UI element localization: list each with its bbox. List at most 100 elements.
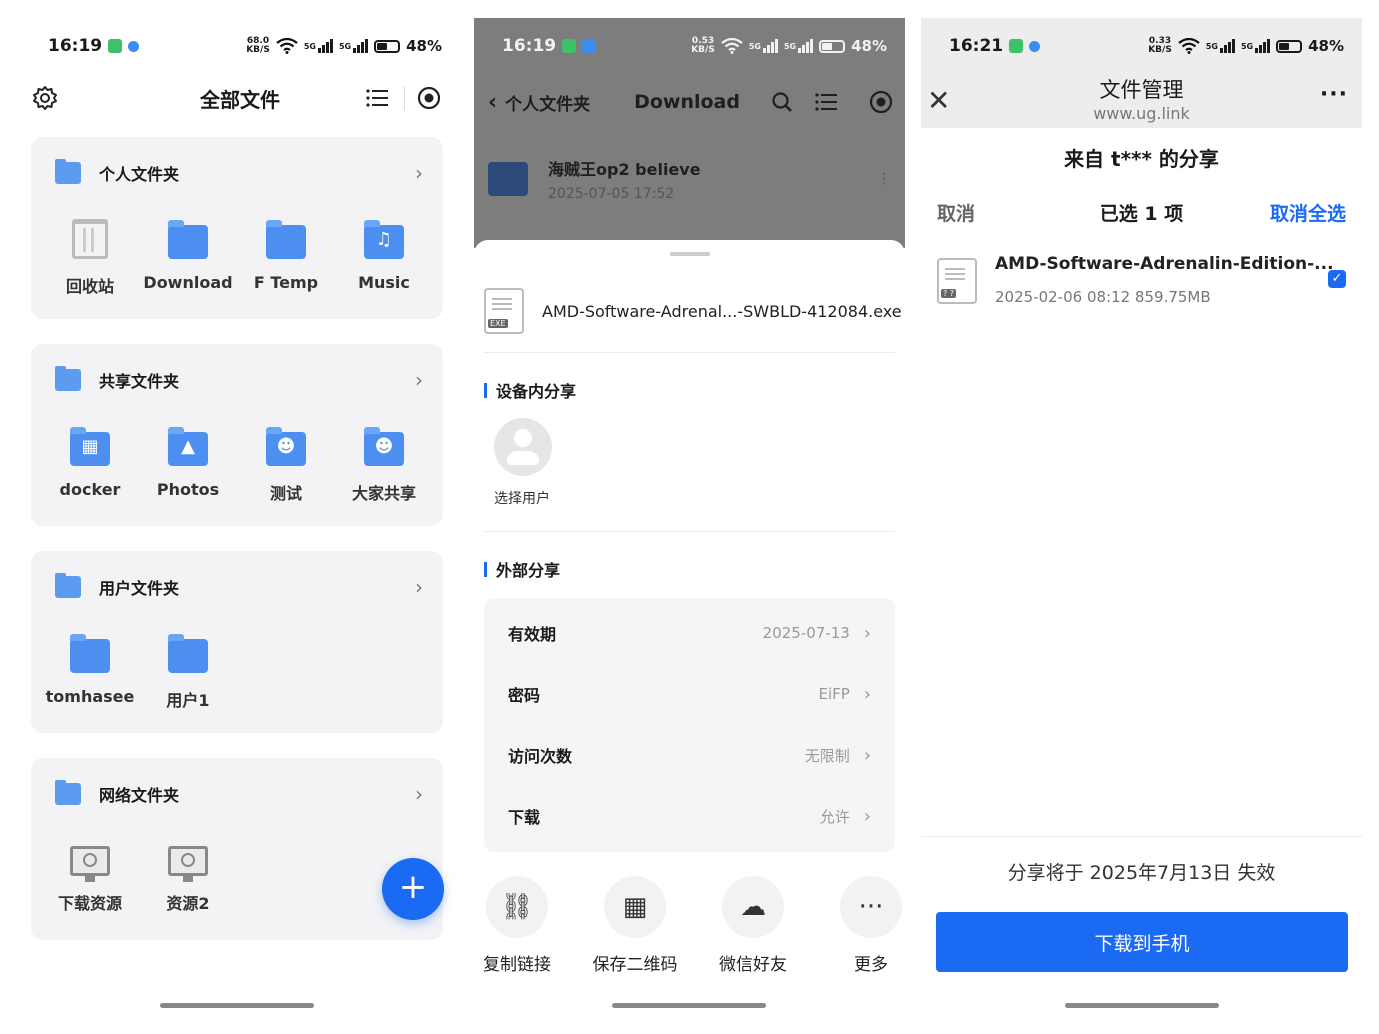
folder-label: F Temp bbox=[253, 273, 319, 292]
personal-folder-card[interactable]: 个人文件夹 › 回收站 Download F Temp ♫ Music bbox=[31, 137, 443, 319]
wechat-friend-button[interactable]: ☁ 微信好友 bbox=[698, 876, 808, 975]
folder-label: 大家共享 bbox=[351, 484, 416, 503]
drag-handle[interactable] bbox=[670, 252, 710, 256]
more-button[interactable]: ··· 更多 bbox=[816, 876, 905, 975]
folder-item-download[interactable]: Download bbox=[139, 219, 237, 297]
folder-item-user1[interactable]: 用户1 bbox=[139, 633, 237, 711]
network-type: 5G bbox=[338, 41, 352, 51]
folder-item-tomhasee[interactable]: tomhasee bbox=[41, 633, 139, 711]
share-source-title: 来自 t*** 的分享 bbox=[1064, 147, 1219, 171]
wifi-icon bbox=[721, 38, 743, 54]
network-folder-card[interactable]: 网络文件夹 › 下载资源 资源2 bbox=[31, 758, 443, 940]
folder-item-photos[interactable]: ▲ Photos bbox=[139, 426, 237, 504]
record-icon[interactable] bbox=[869, 90, 893, 114]
home-indicator[interactable] bbox=[612, 1003, 766, 1008]
docker-folder-icon: ▦ bbox=[70, 427, 110, 466]
chevron-right-icon: › bbox=[863, 622, 871, 644]
shared-file: EXE AMD-Software-Adrenal...-SWBLD-412084… bbox=[484, 288, 902, 334]
option-expiry[interactable]: 有效期 2025-07-13 › bbox=[508, 618, 871, 648]
top-bar: 全部文件 bbox=[20, 78, 460, 118]
folder-item-recycle-bin[interactable]: 回收站 bbox=[41, 219, 139, 297]
battery-level: 48% bbox=[851, 37, 887, 55]
card-title: 网络文件夹 bbox=[99, 786, 180, 805]
shared-file-name: AMD-Software-Adrenal...-SWBLD-412084.exe bbox=[542, 301, 902, 321]
card-header[interactable]: 网络文件夹 › bbox=[55, 780, 423, 808]
app-notification-icon bbox=[108, 39, 123, 53]
divider bbox=[484, 352, 895, 353]
card-header[interactable]: 用户文件夹 › bbox=[55, 573, 423, 601]
folder-label: tomhasee bbox=[45, 687, 135, 706]
screen-all-files: 16:19 68.0 KB/S 5G 5G 48% 全部文件 个人文件夹 › 回收… bbox=[20, 0, 460, 1034]
battery-level: 48% bbox=[406, 37, 442, 55]
deselect-all-button[interactable]: 取消全选 bbox=[1270, 199, 1346, 226]
chevron-right-icon: › bbox=[415, 782, 423, 806]
user-folder-card[interactable]: 用户文件夹 › tomhasee 用户1 bbox=[31, 551, 443, 733]
folder-item-everyone-share[interactable]: ☻ 大家共享 bbox=[335, 426, 433, 504]
network-type: 5G bbox=[1205, 41, 1218, 51]
signal-icon bbox=[798, 39, 814, 53]
net-speed: 68.0 KB/S bbox=[246, 36, 270, 55]
background-file-row[interactable]: 海贼王op2 believe 2025-07-05 17:52 ⋮ bbox=[488, 156, 891, 202]
card-header[interactable]: 个人文件夹 › bbox=[55, 159, 423, 187]
list-view-icon[interactable] bbox=[366, 88, 388, 108]
folder-label: 用户1 bbox=[166, 691, 210, 710]
share-bottom-sheet: EXE AMD-Software-Adrenal...-SWBLD-412084… bbox=[474, 240, 905, 1034]
network-type: 5G bbox=[1240, 41, 1254, 51]
back-icon[interactable]: ‹ bbox=[488, 90, 497, 115]
folder-item-music[interactable]: ♫ Music bbox=[335, 219, 433, 297]
save-qrcode-button[interactable]: ▦ 保存二维码 bbox=[580, 876, 690, 975]
selection-bar: 取消 已选 1 项 取消全选 bbox=[937, 198, 1346, 226]
folder-item-docker[interactable]: ▦ docker bbox=[41, 426, 139, 504]
page-url: www.ug.link bbox=[1093, 104, 1190, 123]
folder-item-resource2[interactable]: 资源2 bbox=[139, 840, 237, 914]
folder-item-f-temp[interactable]: F Temp bbox=[237, 219, 335, 297]
folder-item-download-resources[interactable]: 下载资源 bbox=[41, 840, 139, 914]
shared-folder-card[interactable]: 共享文件夹 › ▦ docker ▲ Photos ☻ 测试 ☻ 大家共享 bbox=[31, 344, 443, 526]
page-title: 全部文件 bbox=[200, 87, 280, 112]
battery-icon bbox=[374, 39, 401, 53]
card-header[interactable]: 共享文件夹 › bbox=[55, 366, 423, 394]
record-icon[interactable] bbox=[417, 86, 441, 110]
copy-link-button[interactable]: ⛓ 复制链接 bbox=[474, 876, 572, 975]
more-vertical-icon[interactable]: ⋮ bbox=[877, 171, 891, 187]
users-folder-icon: ☻ bbox=[266, 427, 306, 466]
back-label[interactable]: 个人文件夹 bbox=[505, 90, 590, 115]
net-speed: 0.33 KB/S bbox=[1148, 36, 1172, 55]
network-drive-icon bbox=[168, 846, 208, 882]
user-avatar-icon[interactable] bbox=[494, 418, 552, 476]
internal-share-title: 设备内分享 bbox=[484, 378, 576, 402]
folder-icon bbox=[55, 573, 81, 598]
home-indicator[interactable] bbox=[160, 1003, 314, 1008]
status-bar: 16:21 0.33 KB/S 5G 5G 48% bbox=[921, 30, 1362, 62]
status-bar: 16:19 68.0 KB/S 5G 5G 48% bbox=[20, 30, 460, 62]
list-view-icon[interactable] bbox=[815, 92, 837, 112]
more-horizontal-icon[interactable]: ··· bbox=[1320, 82, 1348, 107]
signal-icon bbox=[762, 39, 778, 53]
option-download[interactable]: 下载 允许 › bbox=[508, 801, 871, 831]
card-title: 共享文件夹 bbox=[99, 372, 180, 391]
option-visit-count[interactable]: 访问次数 无限制 › bbox=[508, 740, 871, 770]
expiry-notice: 分享将于 2025年7月13日 失效 bbox=[1007, 862, 1276, 884]
status-bar: 16:19 0.53 KB/S 5G 5G 48% bbox=[474, 30, 905, 62]
download-to-phone-button[interactable]: 下载到手机 bbox=[936, 912, 1348, 972]
more-horizontal-icon: ··· bbox=[840, 876, 902, 938]
folder-icon bbox=[70, 634, 110, 673]
folder-icon bbox=[488, 162, 528, 196]
select-user-label[interactable]: 选择用户 bbox=[484, 488, 560, 508]
folder-item-test[interactable]: ☻ 测试 bbox=[237, 426, 335, 504]
checkbox-checked-icon[interactable]: ✓ bbox=[1328, 270, 1346, 288]
folder-icon bbox=[55, 366, 81, 391]
search-icon[interactable] bbox=[771, 91, 793, 113]
option-password[interactable]: 密码 EiFP › bbox=[508, 679, 871, 709]
users-folder-icon: ☻ bbox=[364, 427, 404, 466]
app-notification-icon bbox=[582, 39, 597, 53]
dimmed-background[interactable]: 16:19 0.53 KB/S 5G 5G 48% ‹ 个人文件夹 Downloa… bbox=[474, 18, 905, 248]
folder-title: Download bbox=[634, 91, 740, 113]
add-button[interactable]: + bbox=[382, 858, 444, 920]
file-name: 海贼王op2 believe bbox=[548, 160, 701, 179]
battery-icon bbox=[819, 39, 846, 53]
home-indicator[interactable] bbox=[1065, 1003, 1219, 1008]
battery-level: 48% bbox=[1308, 37, 1344, 55]
wifi-icon bbox=[276, 38, 298, 54]
shared-file-row[interactable]: ? ? AMD-Software-Adrenalin-Edition-... 2… bbox=[937, 250, 1348, 310]
